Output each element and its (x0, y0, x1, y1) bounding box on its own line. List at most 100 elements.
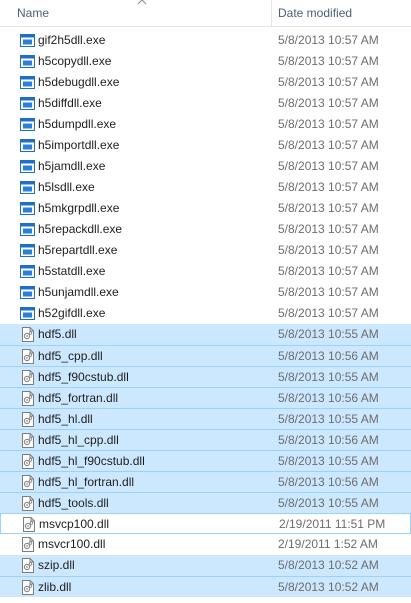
dll-icon (22, 517, 36, 532)
file-row[interactable]: h5importdll.exe 5/8/2013 10:57 AM (0, 135, 411, 156)
file-date-modified: 5/8/2013 10:52 AM (278, 558, 379, 572)
file-name: hdf5_cpp.dll (38, 349, 103, 363)
exe-icon (20, 286, 35, 299)
file-row[interactable]: h5dumpdll.exe 5/8/2013 10:57 AM (0, 114, 411, 135)
file-name: hdf5_hl.dll (38, 412, 93, 426)
file-name: hdf5_hl_cpp.dll (38, 433, 119, 447)
sort-ascending-icon (137, 0, 147, 5)
file-name: h5repackdll.exe (38, 222, 123, 236)
file-name: hdf5.dll (38, 327, 77, 341)
dll-icon (21, 496, 35, 511)
file-name: h5mkgrpdll.exe (38, 201, 120, 215)
dll-icon (21, 412, 35, 427)
file-row[interactable]: msvcp100.dll 2/19/2011 11:51 PM (0, 513, 411, 534)
file-date-modified: 5/8/2013 10:57 AM (278, 201, 379, 215)
file-name: msvcr100.dll (38, 537, 106, 551)
file-date-modified: 5/8/2013 10:55 AM (278, 496, 379, 510)
file-date-modified: 5/8/2013 10:52 AM (278, 580, 379, 594)
dll-icon (21, 349, 35, 364)
file-date-modified: 5/8/2013 10:57 AM (278, 33, 379, 47)
file-name: zlib.dll (38, 580, 72, 594)
file-row[interactable]: h5debugdll.exe 5/8/2013 10:57 AM (0, 72, 411, 93)
dll-icon (21, 327, 35, 342)
file-date-modified: 5/8/2013 10:57 AM (278, 138, 379, 152)
file-row[interactable]: hdf5_fortran.dll 5/8/2013 10:56 AM (0, 387, 411, 408)
exe-icon (20, 202, 35, 215)
file-date-modified: 5/8/2013 10:56 AM (278, 475, 379, 489)
exe-icon (20, 244, 35, 257)
file-row[interactable]: h5unjamdll.exe 5/8/2013 10:57 AM (0, 282, 411, 303)
file-row[interactable]: zlib.dll 5/8/2013 10:52 AM (0, 576, 411, 597)
file-name: h5repartdll.exe (38, 243, 118, 257)
file-row[interactable]: h5repackdll.exe 5/8/2013 10:57 AM (0, 219, 411, 240)
dll-icon (21, 475, 35, 490)
file-name: gif2h5dll.exe (38, 33, 106, 47)
file-name: msvcp100.dll (39, 517, 110, 531)
dll-icon (21, 558, 35, 573)
dll-icon (21, 454, 35, 469)
name-column-header[interactable]: Name (0, 0, 270, 26)
file-row[interactable]: szip.dll 5/8/2013 10:52 AM (0, 555, 411, 576)
file-date-modified: 5/8/2013 10:57 AM (278, 306, 379, 320)
file-name: h5dumpdll.exe (38, 117, 117, 131)
dll-icon (21, 391, 35, 406)
file-row[interactable]: hdf5_hl_fortran.dll 5/8/2013 10:56 AM (0, 471, 411, 492)
file-row[interactable]: msvcr100.dll 2/19/2011 1:52 AM (0, 534, 411, 555)
exe-icon (20, 181, 35, 194)
file-date-modified: 5/8/2013 10:57 AM (278, 285, 379, 299)
file-date-modified: 5/8/2013 10:57 AM (278, 180, 379, 194)
file-name: h5diffdll.exe (38, 96, 102, 110)
exe-icon (20, 307, 35, 320)
file-date-modified: 5/8/2013 10:57 AM (278, 96, 379, 110)
file-row[interactable]: hdf5_cpp.dll 5/8/2013 10:56 AM (0, 345, 411, 366)
name-column-label: Name (17, 6, 50, 20)
file-date-modified: 5/8/2013 10:55 AM (278, 327, 379, 341)
dll-icon (21, 580, 35, 595)
file-row[interactable]: h5statdll.exe 5/8/2013 10:57 AM (0, 261, 411, 282)
file-row[interactable]: hdf5_hl_cpp.dll 5/8/2013 10:56 AM (0, 429, 411, 450)
file-name: h5importdll.exe (38, 138, 120, 152)
file-date-modified: 5/8/2013 10:57 AM (278, 117, 379, 131)
file-date-modified: 5/8/2013 10:55 AM (278, 370, 379, 384)
exe-icon (20, 223, 35, 236)
file-row[interactable]: h5jamdll.exe 5/8/2013 10:57 AM (0, 156, 411, 177)
file-row[interactable]: hdf5_tools.dll 5/8/2013 10:55 AM (0, 492, 411, 513)
exe-icon (20, 265, 35, 278)
file-row[interactable]: h52gifdll.exe 5/8/2013 10:57 AM (0, 303, 411, 324)
file-row[interactable]: h5diffdll.exe 5/8/2013 10:57 AM (0, 93, 411, 114)
file-name: hdf5_hl_fortran.dll (38, 475, 135, 489)
file-name: h5jamdll.exe (38, 159, 106, 173)
date-modified-column-header[interactable]: Date modified (272, 0, 411, 26)
file-name: h5lsdll.exe (38, 180, 95, 194)
file-name: h52gifdll.exe (38, 306, 106, 320)
file-date-modified: 5/8/2013 10:56 AM (278, 433, 379, 447)
file-date-modified: 5/8/2013 10:56 AM (278, 349, 379, 363)
file-row[interactable]: h5copydll.exe 5/8/2013 10:57 AM (0, 51, 411, 72)
file-date-modified: 5/8/2013 10:57 AM (278, 75, 379, 89)
file-name: hdf5_fortran.dll (38, 391, 119, 405)
date-modified-column-label: Date modified (278, 6, 353, 20)
exe-icon (20, 55, 35, 68)
exe-icon (20, 34, 35, 47)
file-row[interactable]: gif2h5dll.exe 5/8/2013 10:57 AM (0, 30, 411, 51)
dll-icon (21, 537, 35, 552)
file-row[interactable]: hdf5_hl.dll 5/8/2013 10:55 AM (0, 408, 411, 429)
file-date-modified: 2/19/2011 1:52 AM (278, 537, 378, 551)
file-name: h5copydll.exe (38, 54, 112, 68)
file-row[interactable]: h5repartdll.exe 5/8/2013 10:57 AM (0, 240, 411, 261)
exe-icon (20, 160, 35, 173)
dll-icon (21, 433, 35, 448)
exe-icon (20, 97, 35, 110)
file-date-modified: 5/8/2013 10:55 AM (278, 412, 379, 426)
file-row[interactable]: h5mkgrpdll.exe 5/8/2013 10:57 AM (0, 198, 411, 219)
file-row[interactable]: hdf5_hl_f90cstub.dll 5/8/2013 10:55 AM (0, 450, 411, 471)
file-name: h5statdll.exe (38, 264, 106, 278)
file-name: hdf5_tools.dll (38, 496, 109, 510)
file-name: hdf5_f90cstub.dll (38, 370, 129, 384)
file-list: gif2h5dll.exe 5/8/2013 10:57 AM h5copydll.… (0, 30, 411, 597)
file-row[interactable]: h5lsdll.exe 5/8/2013 10:57 AM (0, 177, 411, 198)
file-name: h5debugdll.exe (38, 75, 120, 89)
column-header-bar: Name Date modified (0, 0, 411, 27)
file-row[interactable]: hdf5_f90cstub.dll 5/8/2013 10:55 AM (0, 366, 411, 387)
file-row[interactable]: hdf5.dll 5/8/2013 10:55 AM (0, 324, 411, 345)
